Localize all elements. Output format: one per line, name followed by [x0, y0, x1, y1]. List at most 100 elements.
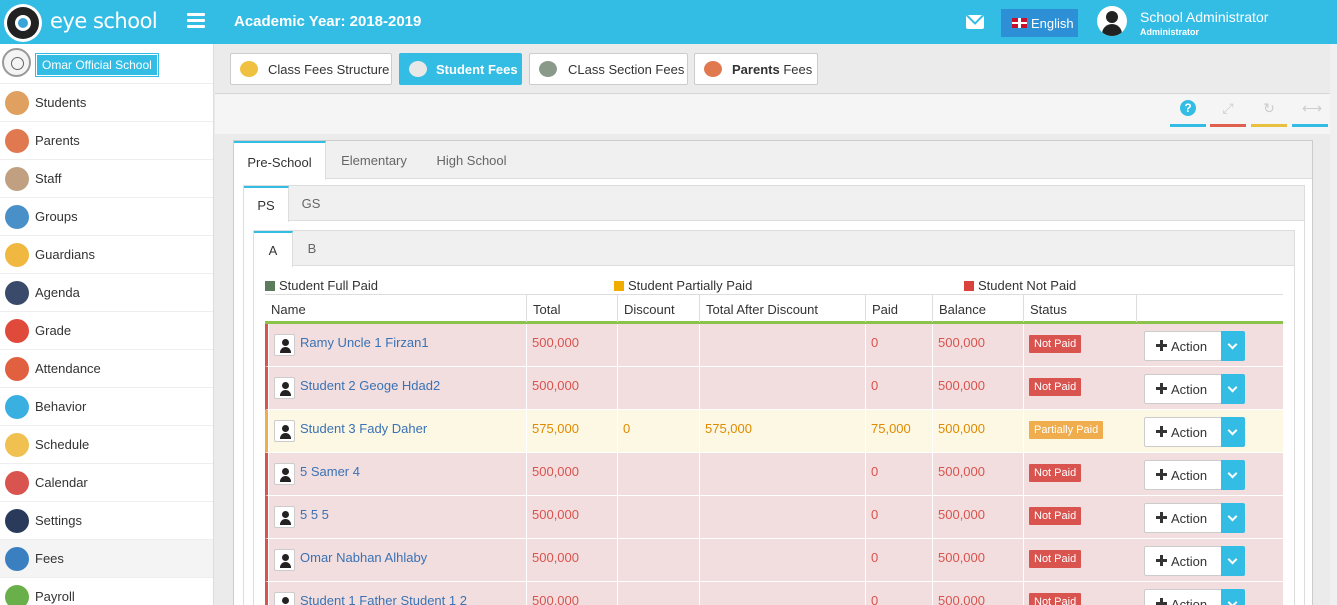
language-button[interactable]: English — [1001, 9, 1078, 37]
sidebar-item-attendance[interactable]: Attendance — [0, 350, 213, 388]
student-name-link[interactable]: Student 2 Geoge Hdad2 — [300, 378, 440, 393]
staff-icon — [5, 167, 29, 191]
discount-cell — [617, 367, 699, 410]
discount-cell — [617, 496, 699, 539]
student-name-cell: 5 Samer 4 — [268, 453, 526, 496]
guardians-icon — [5, 243, 29, 267]
student-avatar-icon[interactable] — [274, 334, 295, 356]
chevron-down-icon[interactable] — [1221, 546, 1245, 576]
student-avatar-icon[interactable] — [274, 549, 295, 571]
sidebar-item-label: Schedule — [35, 437, 90, 452]
student-fees-button[interactable]: Student Fees — [399, 53, 522, 85]
refresh-icon[interactable]: ↻ — [1251, 97, 1287, 127]
menu-toggle-icon[interactable] — [187, 13, 205, 29]
sidebar-item-students[interactable]: Students — [0, 84, 213, 122]
chevron-down-icon[interactable] — [1221, 460, 1245, 490]
tab-elementary[interactable]: Elementary — [328, 141, 420, 179]
tab-ps[interactable]: PS — [244, 186, 289, 222]
sidebar-item-settings[interactable]: Settings — [0, 502, 213, 540]
status-badge: Not Paid — [1029, 550, 1082, 568]
student-avatar-icon[interactable] — [274, 420, 295, 442]
discount-cell — [617, 453, 699, 496]
chevron-down-icon[interactable] — [1221, 374, 1245, 404]
school-name[interactable]: Omar Official School — [35, 53, 159, 77]
status-cell: Not Paid — [1023, 496, 1136, 539]
sidebar-item-parents[interactable]: Parents — [0, 122, 213, 160]
column-header[interactable]: Name — [265, 295, 526, 322]
expand-icon[interactable]: ⤢ — [1210, 97, 1246, 127]
student-name-cell: Student 1 Father Student 1 2 — [268, 582, 526, 605]
eye-logo-icon[interactable] — [4, 4, 42, 42]
resize-icon[interactable]: ⟷ — [1292, 97, 1328, 127]
sidebar-item-grade[interactable]: Grade — [0, 312, 213, 350]
column-header[interactable]: Total After Discount — [699, 295, 865, 322]
status-badge: Not Paid — [1029, 593, 1082, 605]
sidebar-item-agenda[interactable]: Agenda — [0, 274, 213, 312]
user-name[interactable]: School Administrator — [1140, 9, 1268, 25]
student-name-link[interactable]: Ramy Uncle 1 Firzan1 — [300, 335, 429, 350]
user-avatar[interactable] — [1097, 6, 1127, 36]
chevron-down-icon[interactable] — [1221, 331, 1245, 361]
after-cell — [699, 453, 865, 496]
sidebar-item-calendar[interactable]: Calendar — [0, 464, 213, 502]
table-header: Name Total Discount Total After Discount Pai… — [265, 294, 1283, 324]
sidebar-item-schedule[interactable]: Schedule — [0, 426, 213, 464]
action-button[interactable]: Action — [1144, 331, 1222, 361]
column-header[interactable]: Total — [526, 295, 617, 322]
sidebar-item-guardians[interactable]: Guardians — [0, 236, 213, 274]
student-name-link[interactable]: Student 3 Fady Daher — [300, 421, 427, 436]
action-button[interactable]: Action — [1144, 417, 1222, 447]
student-avatar-icon[interactable] — [274, 592, 295, 605]
tab-high-school[interactable]: High School — [424, 141, 519, 179]
help-icon[interactable]: ? — [1170, 97, 1206, 127]
brand-name[interactable]: eye school — [50, 9, 158, 33]
status-badge: Not Paid — [1029, 507, 1082, 525]
balance-cell: 500,000 — [932, 453, 1023, 496]
sidebar-item-groups[interactable]: Groups — [0, 198, 213, 236]
sidebar-item-staff[interactable]: Staff — [0, 160, 213, 198]
action-button[interactable]: Action — [1144, 460, 1222, 490]
tab-pre-school[interactable]: Pre-School — [234, 141, 326, 180]
tab-b[interactable]: B — [293, 231, 331, 266]
column-header[interactable]: Paid — [865, 295, 932, 322]
fees-panel: Pre-School Elementary High School PS GS … — [233, 140, 1313, 605]
class-section-fees-button[interactable]: CLass Section Fees — [529, 53, 688, 85]
table-body: Ramy Uncle 1 Firzan1 500,000 0 500,000 Not P… — [265, 324, 1283, 605]
sidebar-item-label: Parents — [35, 133, 80, 148]
section-tabs: A B — [254, 231, 1294, 267]
action-button[interactable]: Action — [1144, 589, 1222, 605]
status-badge: Not Paid — [1029, 335, 1082, 353]
sidebar-item-behavior[interactable]: Behavior — [0, 388, 213, 426]
page-scrollbar[interactable] — [1330, 44, 1337, 605]
student-name-link[interactable]: 5 Samer 4 — [300, 464, 360, 479]
parents-fees-button[interactable]: Parents Fees — [694, 53, 818, 85]
action-button[interactable]: Action — [1144, 503, 1222, 533]
student-name-link[interactable]: 5 5 5 — [300, 507, 329, 522]
tab-gs[interactable]: GS — [289, 186, 333, 221]
sidebar-item-payroll[interactable]: Payroll — [0, 578, 213, 605]
student-avatar-icon[interactable] — [274, 377, 295, 399]
chevron-down-icon[interactable] — [1221, 503, 1245, 533]
column-header[interactable]: Status — [1023, 295, 1136, 322]
column-header[interactable]: Discount — [617, 295, 699, 322]
tab-a[interactable]: A — [254, 231, 293, 267]
column-header[interactable] — [1136, 295, 1283, 322]
chevron-down-icon[interactable] — [1221, 417, 1245, 447]
student-name-link[interactable]: Student 1 Father Student 1 2 — [300, 593, 467, 605]
plus-icon — [1156, 512, 1167, 523]
discount-cell — [617, 582, 699, 605]
action-button[interactable]: Action — [1144, 374, 1222, 404]
action-button[interactable]: Action — [1144, 546, 1222, 576]
balance-cell: 500,000 — [932, 496, 1023, 539]
control-underline — [1210, 124, 1246, 127]
class-fees-structure-button[interactable]: Class Fees Structure — [230, 53, 392, 85]
chevron-down-icon[interactable] — [1221, 589, 1245, 605]
plus-icon — [1156, 340, 1167, 351]
mail-icon[interactable] — [966, 15, 984, 29]
student-name-link[interactable]: Omar Nabhan Alhlaby — [300, 550, 427, 565]
student-avatar-icon[interactable] — [274, 506, 295, 528]
sidebar-item-fees[interactable]: Fees — [0, 540, 213, 578]
student-avatar-icon[interactable] — [274, 463, 295, 485]
paid-cell: 75,000 — [865, 410, 932, 453]
column-header[interactable]: Balance — [932, 295, 1023, 322]
